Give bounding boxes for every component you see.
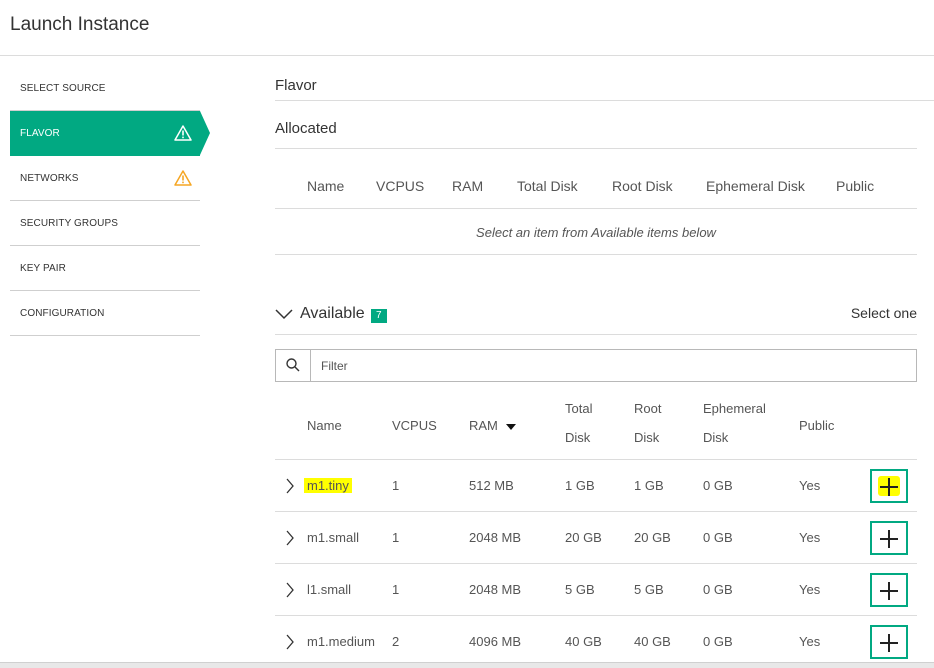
col-root-disk[interactable]: Root Disk	[612, 178, 673, 194]
divider	[275, 148, 917, 149]
col-root-disk-line2[interactable]: Disk	[634, 423, 659, 452]
allocated-empty-message: Select an item from Available items belo…	[476, 225, 716, 240]
select-hint: Select one	[850, 305, 917, 321]
divider	[275, 254, 917, 255]
nav-label: SELECT SOURCE	[20, 83, 106, 94]
filter-input[interactable]	[312, 350, 912, 381]
cell-ephemeral-disk: 0 GB	[703, 582, 733, 597]
warning-triangle-icon	[174, 170, 192, 186]
nav-security-groups[interactable]: SECURITY GROUPS	[10, 201, 200, 246]
cell-public: Yes	[799, 582, 821, 597]
nav-label: KEY PAIR	[20, 263, 67, 274]
col-total-disk-line2[interactable]: Disk	[565, 423, 590, 452]
table-row: m1.small 1 2048 MB 20 GB 20 GB 0 GB Yes	[275, 512, 917, 564]
allocated-heading: Allocated	[275, 120, 337, 137]
col-ram[interactable]: RAM	[469, 411, 516, 440]
available-count-badge: 7	[371, 309, 387, 323]
cell-public: Yes	[799, 634, 821, 649]
warning-triangle-icon	[174, 125, 192, 141]
available-heading[interactable]: Available	[300, 305, 365, 323]
add-flavor-button[interactable]	[870, 469, 908, 503]
nav-configuration[interactable]: CONFIGURATION	[10, 291, 200, 336]
cell-name: m1.tiny	[304, 478, 352, 493]
cell-ephemeral-disk: 0 GB	[703, 634, 733, 649]
col-vcpus[interactable]: VCPUS	[376, 178, 424, 194]
cell-total-disk: 40 GB	[565, 634, 602, 649]
col-vcpus[interactable]: VCPUS	[392, 411, 437, 440]
cell-ram: 2048 MB	[469, 582, 522, 597]
col-root-disk-line1[interactable]: Root	[634, 394, 661, 423]
plus-icon	[880, 582, 898, 600]
cell-name: m1.small	[307, 530, 360, 545]
cell-ram: 2048 MB	[469, 530, 522, 545]
nav-label: NETWORKS	[20, 173, 79, 184]
cell-public: Yes	[799, 478, 821, 493]
divider	[275, 334, 917, 335]
add-flavor-button[interactable]	[870, 625, 908, 659]
col-name[interactable]: Name	[307, 178, 344, 194]
horizontal-scrollbar[interactable]	[0, 662, 934, 668]
filter-bar	[275, 349, 917, 382]
search-icon	[286, 358, 300, 372]
cell-root-disk: 20 GB	[634, 530, 671, 545]
cell-name: l1.small	[307, 582, 352, 597]
row-name: m1.tiny	[304, 478, 352, 493]
plus-icon	[880, 530, 898, 548]
cell-root-disk: 40 GB	[634, 634, 671, 649]
table-row: m1.tiny 1 512 MB 1 GB 1 GB 0 GB Yes	[275, 460, 917, 512]
cell-ram: 4096 MB	[469, 634, 522, 649]
cell-root-disk: 5 GB	[634, 582, 664, 597]
cell-vcpus: 1	[392, 530, 400, 545]
cell-total-disk: 1 GB	[565, 478, 595, 493]
col-public[interactable]: Public	[836, 178, 874, 194]
available-table-header: Name VCPUS RAM Total Disk Root Disk Ephe…	[275, 392, 917, 460]
table-row: m1.medium 2 4096 MB 40 GB 40 GB 0 GB Yes	[275, 616, 917, 668]
cell-public: Yes	[799, 530, 821, 545]
divider	[275, 100, 934, 101]
search-button[interactable]	[276, 350, 311, 381]
modal-header: Launch Instance	[0, 0, 934, 56]
col-public[interactable]: Public	[799, 411, 834, 440]
chevron-right-icon[interactable]	[285, 633, 295, 651]
col-ram[interactable]: RAM	[452, 178, 483, 194]
cell-ephemeral-disk: 0 GB	[703, 530, 733, 545]
nav-label: FLAVOR	[20, 128, 60, 139]
nav-networks[interactable]: NETWORKS	[10, 156, 200, 201]
chevron-down-icon[interactable]	[275, 308, 293, 320]
chevron-right-icon[interactable]	[285, 581, 295, 599]
cell-vcpus: 1	[392, 478, 400, 493]
wizard-nav: SELECT SOURCE FLAVOR NETWORKS SECURITY G…	[10, 66, 210, 336]
col-total-disk[interactable]: Total Disk	[517, 178, 578, 194]
cell-ephemeral-disk: 0 GB	[703, 478, 733, 493]
add-flavor-button[interactable]	[870, 521, 908, 555]
cell-ram: 512 MB	[469, 478, 514, 493]
table-row: l1.small 1 2048 MB 5 GB 5 GB 0 GB Yes	[275, 564, 917, 616]
plus-icon	[880, 478, 898, 496]
cell-vcpus: 2	[392, 634, 400, 649]
nav-key-pair[interactable]: KEY PAIR	[10, 246, 200, 291]
chevron-right-icon[interactable]	[285, 529, 295, 547]
nav-select-source[interactable]: SELECT SOURCE	[10, 66, 200, 111]
col-name[interactable]: Name	[307, 411, 342, 440]
nav-flavor[interactable]: FLAVOR	[10, 111, 210, 156]
col-total-disk-line1[interactable]: Total	[565, 394, 592, 423]
chevron-right-icon[interactable]	[285, 477, 295, 495]
section-heading: Flavor	[275, 77, 317, 94]
col-ram-label: RAM	[469, 418, 498, 433]
modal-title: Launch Instance	[10, 14, 150, 35]
divider	[275, 208, 917, 209]
col-ephemeral-disk-line1[interactable]: Ephemeral	[703, 394, 766, 423]
cell-total-disk: 5 GB	[565, 582, 595, 597]
cell-vcpus: 1	[392, 582, 400, 597]
col-ephemeral-disk-line2[interactable]: Disk	[703, 423, 728, 452]
nav-label: CONFIGURATION	[20, 308, 105, 319]
nav-label: SECURITY GROUPS	[20, 218, 118, 229]
col-ephemeral-disk[interactable]: Ephemeral Disk	[706, 178, 805, 194]
sort-desc-icon	[505, 423, 516, 430]
add-flavor-button[interactable]	[870, 573, 908, 607]
cell-name: m1.medium	[307, 634, 375, 649]
cell-root-disk: 1 GB	[634, 478, 664, 493]
plus-icon	[880, 634, 898, 652]
cell-total-disk: 20 GB	[565, 530, 602, 545]
